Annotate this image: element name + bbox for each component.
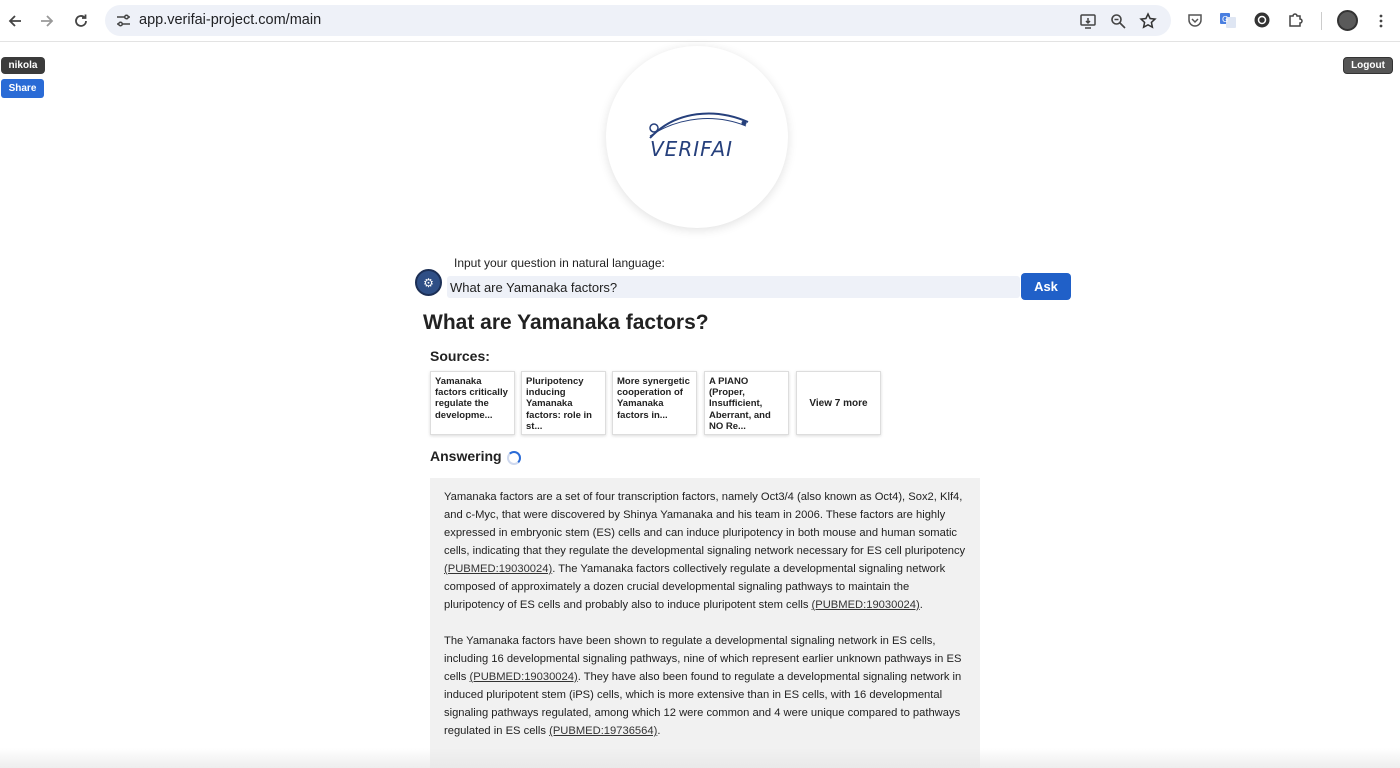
reload-icon[interactable] [68, 8, 94, 34]
logout-button[interactable]: Logout [1343, 57, 1393, 74]
profile-avatar[interactable] [1337, 10, 1358, 31]
citation-link[interactable]: (PUBMED:19030024) [444, 563, 552, 575]
zoom-icon[interactable] [1109, 12, 1127, 30]
source-card[interactable]: More synergetic cooperation of Yamanaka … [612, 371, 697, 435]
source-card[interactable]: Pluripotency inducing Yamanaka factors: … [521, 371, 606, 435]
logo-text: VERIFAI [650, 137, 734, 161]
bookmark-star-icon[interactable] [1139, 12, 1157, 30]
answering-status: Answering [430, 448, 502, 464]
translate-icon[interactable]: G [1219, 11, 1237, 29]
settings-gear-icon[interactable]: ⚙ [415, 269, 442, 296]
question-input[interactable] [447, 276, 1020, 298]
address-bar[interactable]: app.verifai-project.com/main [105, 5, 1171, 36]
answer-text: . [919, 599, 923, 611]
citation-link[interactable]: (PUBMED:19030024) [812, 599, 920, 611]
question-title: What are Yamanaka factors? [423, 311, 709, 334]
toolbar-divider [1321, 12, 1322, 30]
menu-dots-icon[interactable] [1368, 8, 1394, 34]
answer-text: Yamanaka factors are a set of four trans… [444, 491, 966, 557]
svg-text:G: G [1222, 15, 1228, 24]
answer-paragraph: Yamanaka factors are a set of four trans… [444, 488, 966, 614]
url-text: app.verifai-project.com/main [139, 12, 322, 28]
source-card[interactable]: Yamanaka factors critically regulate the… [430, 371, 515, 435]
back-arrow-icon[interactable] [2, 8, 28, 34]
ask-button[interactable]: Ask [1021, 273, 1071, 300]
view-more-sources-button[interactable]: View 7 more [796, 371, 881, 435]
pocket-icon[interactable] [1186, 11, 1204, 29]
citation-link[interactable]: (PUBMED:19030024) [470, 671, 578, 683]
share-button[interactable]: Share [1, 79, 44, 98]
browser-toolbar: app.verifai-project.com/main G [0, 0, 1400, 42]
answer-paragraph: The Yamanaka factors have been shown to … [444, 632, 966, 740]
forward-arrow-icon[interactable] [34, 8, 60, 34]
citation-link[interactable]: (PUBMED:19736564) [549, 725, 657, 737]
install-app-icon[interactable] [1079, 12, 1097, 30]
question-input-label: Input your question in natural language: [454, 256, 665, 270]
extensions-puzzle-icon[interactable] [1287, 11, 1305, 29]
grammar-extension-icon[interactable] [1253, 11, 1271, 29]
site-settings-icon[interactable] [115, 12, 132, 29]
answer-panel: Yamanaka factors are a set of four trans… [430, 478, 980, 768]
source-card[interactable]: A PIANO (Proper, Insufficient, Aberrant,… [704, 371, 789, 435]
sources-heading: Sources: [430, 348, 490, 364]
answer-text: . [657, 725, 661, 737]
loading-spinner-icon [507, 451, 521, 465]
bottom-fade [0, 748, 1400, 768]
username-badge: nikola [1, 57, 45, 74]
